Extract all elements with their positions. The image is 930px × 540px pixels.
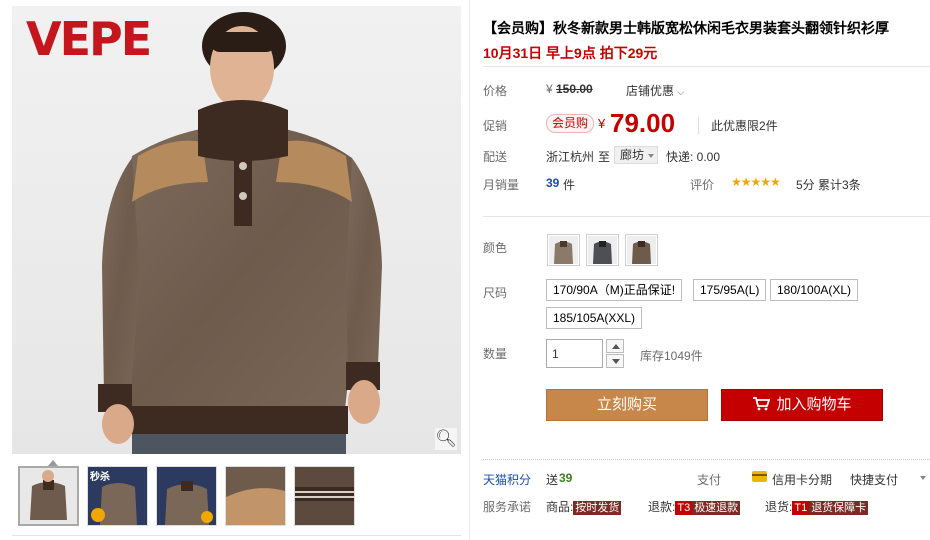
monthly-sales-count: 39 bbox=[546, 176, 560, 190]
points-gift-value: 39 bbox=[559, 471, 573, 485]
review-label: 评价 bbox=[690, 178, 715, 192]
quick-pay-option[interactable]: 快捷支付 bbox=[850, 471, 898, 488]
destination-value: 廊坊 bbox=[620, 148, 645, 162]
title-divider bbox=[483, 66, 930, 67]
size-option-xxl[interactable]: 185/105A(XXL) bbox=[546, 307, 643, 329]
on-time-shipping-tag: 按时发货 bbox=[573, 501, 622, 515]
service-label: 服务承诺 bbox=[483, 500, 532, 514]
size-option-m[interactable]: 170/90A（M)正品保证! bbox=[546, 279, 683, 301]
fast-refund-tag: 极速退款 bbox=[692, 501, 741, 515]
quantity-decrease-button[interactable] bbox=[606, 354, 624, 368]
magnifier-icon[interactable]: 🔍︎ bbox=[435, 428, 457, 450]
store-promo-dropdown[interactable]: 店铺优惠 ⌵ bbox=[626, 82, 684, 99]
thumbnail-3[interactable] bbox=[156, 466, 217, 526]
color-swatch-brown[interactable] bbox=[625, 234, 658, 266]
arrow-up-icon bbox=[612, 344, 620, 349]
sweater-model-photo bbox=[98, 12, 382, 454]
shopping-cart-icon bbox=[753, 397, 771, 411]
credit-installment-option[interactable]: 信用卡分期 bbox=[772, 471, 832, 488]
service-goods: 商品: 按时发货 bbox=[546, 498, 622, 515]
add-to-cart-button[interactable]: 加入购物车 bbox=[721, 389, 883, 421]
brand-logo: VEPE bbox=[26, 12, 152, 66]
thumbnail-1[interactable] bbox=[18, 466, 79, 526]
original-price: 150.00 bbox=[556, 82, 593, 96]
promo-label: 促销 bbox=[483, 119, 508, 133]
buy-now-label: 立刻购买 bbox=[596, 396, 657, 413]
add-to-cart-label: 加入购物车 bbox=[776, 396, 852, 413]
promo-currency: ¥ bbox=[598, 116, 606, 131]
size-label: 尺码 bbox=[483, 286, 508, 300]
info-divider bbox=[483, 216, 930, 217]
destination-select[interactable]: 廊坊 bbox=[614, 146, 658, 164]
payment-label: 支付 bbox=[697, 473, 722, 487]
shipping-label: 配送 bbox=[483, 150, 508, 164]
promo-limit-note: 此优惠限2件 bbox=[698, 117, 778, 134]
price-label: 价格 bbox=[483, 84, 508, 98]
quantity-input[interactable] bbox=[546, 339, 603, 368]
service-refund-prefix: 退款: bbox=[648, 500, 676, 514]
store-promo-label: 店铺优惠 bbox=[626, 84, 675, 98]
main-product-image[interactable]: VEPE 🔍︎ bbox=[12, 6, 461, 454]
monthly-sales-unit: 件 bbox=[563, 178, 576, 192]
return-guarantee-tag: 退货保障卡 bbox=[809, 501, 869, 515]
rating-stars-icon: ★★★★★ bbox=[731, 175, 781, 189]
quantity-label: 数量 bbox=[483, 347, 508, 361]
payment-expand-icon[interactable] bbox=[920, 476, 926, 480]
column-divider bbox=[469, 0, 470, 540]
tmall-points-link[interactable]: 天猫积分 bbox=[483, 471, 531, 488]
service-divider bbox=[483, 459, 930, 460]
gallery-bottom-divider bbox=[12, 535, 461, 536]
vip-promo-tag: 会员购 bbox=[546, 114, 595, 133]
total-reviews-link[interactable]: 累计3条 bbox=[818, 176, 861, 193]
service-refund: 退款: T3 极速退款 bbox=[648, 498, 741, 515]
rating-score: 5分 bbox=[796, 178, 815, 192]
shipping-fee: 快递: 0.00 bbox=[666, 150, 721, 164]
arrow-down-icon bbox=[612, 359, 620, 364]
monthly-sales-label: 月销量 bbox=[483, 178, 520, 192]
ship-to-word: 至 bbox=[598, 150, 611, 164]
chevron-down-icon: ⌵ bbox=[677, 87, 685, 97]
stock-count: 库存1049件 bbox=[640, 349, 703, 363]
size-option-xl[interactable]: 180/100A(XL) bbox=[770, 279, 859, 301]
color-swatch-grey[interactable] bbox=[586, 234, 619, 266]
product-subtitle: 10月31日 早上9点 拍下29元 bbox=[483, 45, 658, 61]
service-return-prefix: 退货: bbox=[765, 500, 793, 514]
thumbnail-5[interactable] bbox=[294, 466, 355, 526]
thumbnail-4[interactable] bbox=[225, 466, 286, 526]
points-gift-prefix: 送 bbox=[546, 473, 559, 487]
color-label: 颜色 bbox=[483, 241, 508, 255]
credit-card-icon bbox=[752, 471, 767, 482]
buy-now-button[interactable]: 立刻购买 bbox=[546, 389, 708, 421]
service-return: 退货: T1 退货保障卡 bbox=[765, 498, 869, 515]
size-option-l[interactable]: 175/95A(L) bbox=[693, 279, 767, 301]
color-swatch-khaki[interactable] bbox=[547, 234, 580, 266]
quantity-increase-button[interactable] bbox=[606, 339, 624, 353]
return-code-badge: T1 bbox=[792, 501, 810, 515]
product-title: 【会员购】秋冬新款男士韩版宽松休闲毛衣男装套头翻领针织衫厚 bbox=[483, 20, 889, 36]
service-goods-prefix: 商品: bbox=[546, 500, 574, 514]
thumbnail-2[interactable]: 秒杀 bbox=[87, 466, 148, 526]
ship-from: 浙江杭州 bbox=[546, 150, 595, 164]
promo-price: 79.00 bbox=[610, 108, 676, 138]
caret-down-icon bbox=[648, 154, 654, 158]
price-currency: ¥ bbox=[546, 82, 553, 96]
flash-sale-badge: 秒杀 bbox=[90, 472, 110, 483]
refund-code-badge: T3 bbox=[675, 501, 693, 515]
